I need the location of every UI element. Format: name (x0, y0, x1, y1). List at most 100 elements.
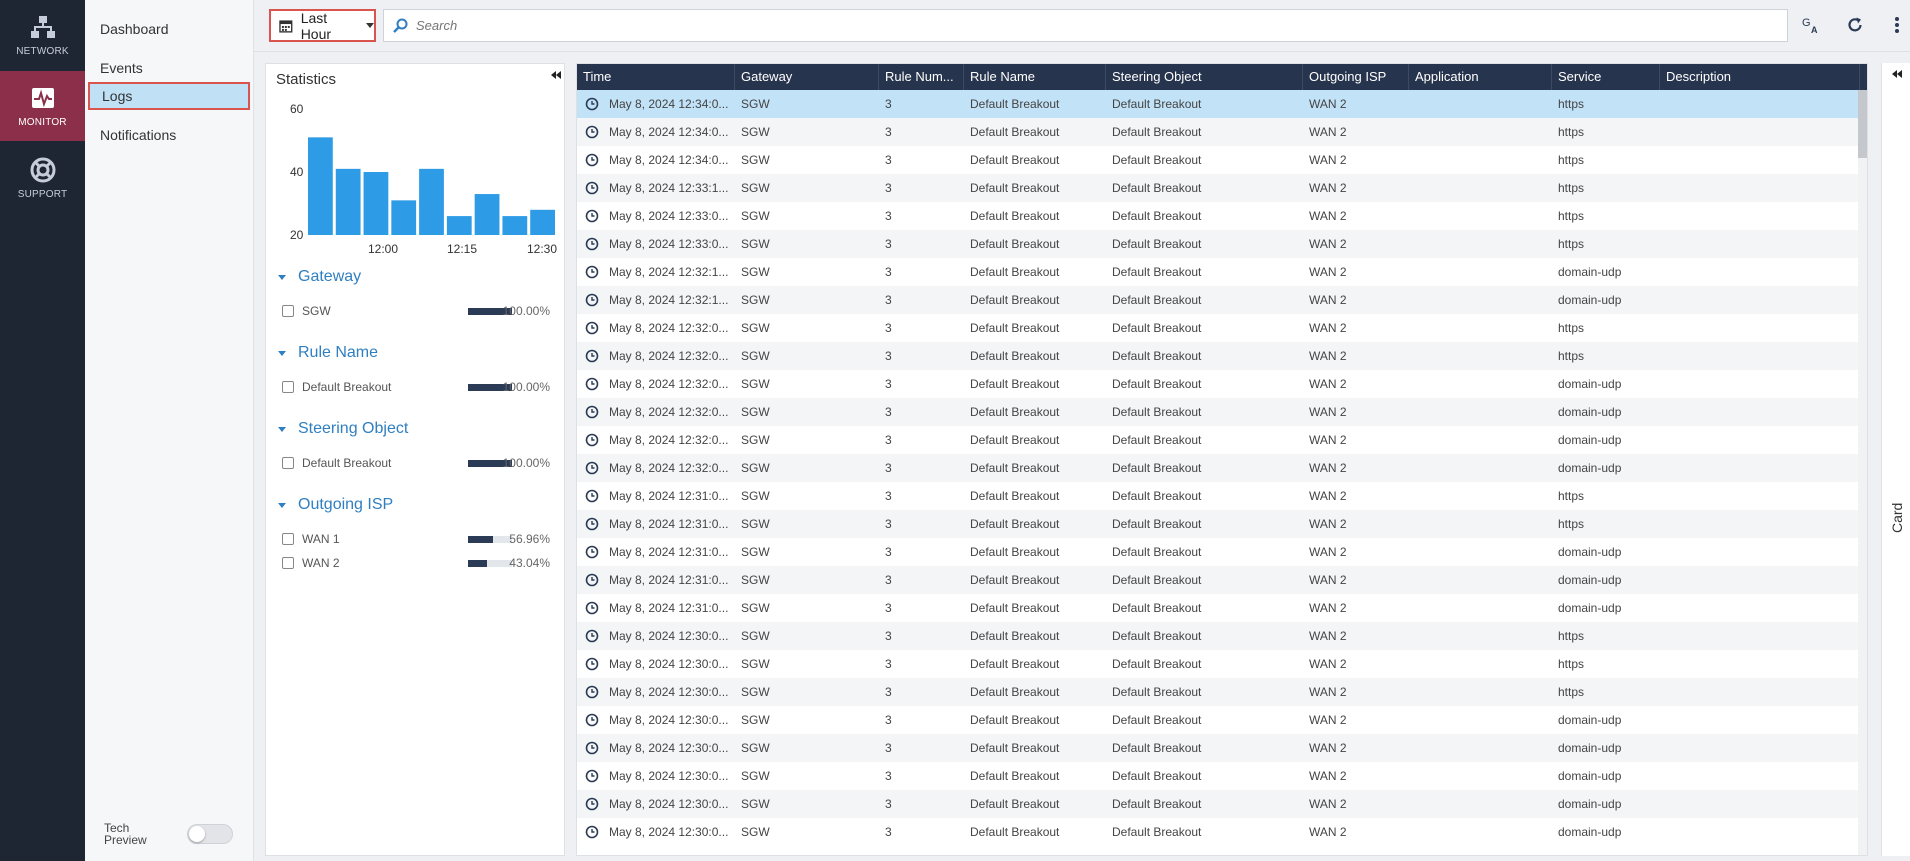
column-header[interactable]: Gateway (735, 64, 879, 90)
table-row[interactable]: May 8, 2024 12:31:0... SGW 3 Default Breako… (577, 482, 1860, 510)
table-row[interactable]: May 8, 2024 12:34:0... SGW 3 Default Breako… (577, 90, 1860, 118)
table-cell: May 8, 2024 12:32:0... (609, 321, 729, 335)
table-cell: Default Breakout (970, 489, 1060, 503)
table-row[interactable]: May 8, 2024 12:30:0... SGW 3 Default Breako… (577, 706, 1860, 734)
table-cell: WAN 2 (1309, 97, 1347, 111)
facet-title[interactable]: Gateway (278, 268, 361, 286)
subnav-item-dashboard[interactable]: Dashboard (85, 15, 254, 43)
column-header[interactable]: Service (1552, 64, 1660, 90)
table-row[interactable]: May 8, 2024 12:30:0... SGW 3 Default Breako… (577, 650, 1860, 678)
language-icon[interactable]: G A (1800, 14, 1822, 36)
expand-left-icon[interactable] (1891, 69, 1903, 79)
subnav-item-events[interactable]: Events (85, 54, 254, 82)
facet-checkbox[interactable] (282, 305, 294, 317)
table-cell: domain-udp (1558, 741, 1622, 755)
facet-row[interactable]: Default Breakout 100.00% (282, 455, 562, 471)
table-row[interactable]: May 8, 2024 12:30:0... SGW 3 Default Breako… (577, 762, 1860, 790)
table-row[interactable]: May 8, 2024 12:31:0... SGW 3 Default Breako… (577, 566, 1860, 594)
facet-row[interactable]: WAN 1 56.96% (282, 531, 562, 547)
column-header[interactable]: Outgoing ISP (1303, 64, 1409, 90)
chart-bar[interactable] (474, 194, 500, 235)
table-row[interactable]: May 8, 2024 12:34:0... SGW 3 Default Breako… (577, 146, 1860, 174)
facet-checkbox[interactable] (282, 457, 294, 469)
table-row[interactable]: May 8, 2024 12:32:0... SGW 3 Default Breako… (577, 398, 1860, 426)
subnav-item-logs[interactable]: Logs (88, 82, 250, 110)
table-row[interactable]: May 8, 2024 12:32:1... SGW 3 Default Breako… (577, 286, 1860, 314)
column-header[interactable]: Rule Num... (879, 64, 964, 90)
column-header[interactable]: Time (577, 64, 735, 90)
facet-title[interactable]: Outgoing ISP (278, 496, 393, 514)
table-row[interactable]: May 8, 2024 12:32:0... SGW 3 Default Breako… (577, 426, 1860, 454)
table-row[interactable]: May 8, 2024 12:32:0... SGW 3 Default Breako… (577, 342, 1860, 370)
table-cell: SGW (741, 209, 770, 223)
table-cell: https (1558, 209, 1585, 223)
chart-bar[interactable] (446, 216, 472, 235)
rail-item-monitor[interactable]: MONITOR (0, 71, 85, 141)
table-cell: Default Breakout (1112, 489, 1202, 503)
table-cell: Default Breakout (970, 713, 1060, 727)
facet-checkbox[interactable] (282, 557, 294, 569)
table-row[interactable]: May 8, 2024 12:30:0... SGW 3 Default Breako… (577, 790, 1860, 818)
table-row[interactable]: May 8, 2024 12:32:1... SGW 3 Default Breako… (577, 258, 1860, 286)
column-header[interactable]: Steering Object (1106, 64, 1303, 90)
table-cell: WAN 2 (1309, 265, 1347, 279)
facet-title[interactable]: Rule Name (278, 344, 378, 362)
facet-checkbox[interactable] (282, 381, 294, 393)
time-range-dropdown[interactable]: Last Hour (269, 9, 376, 42)
chart-bar[interactable] (502, 216, 528, 235)
table-cell: May 8, 2024 12:31:0... (609, 489, 729, 503)
facet-checkbox[interactable] (282, 533, 294, 545)
subnav-item-notifications[interactable]: Notifications (85, 121, 254, 149)
table-row[interactable]: May 8, 2024 12:30:0... SGW 3 Default Breako… (577, 734, 1860, 762)
facet-progress-bar (468, 560, 512, 567)
tech-preview-toggle[interactable] (187, 824, 233, 844)
table-row[interactable]: May 8, 2024 12:34:0... SGW 3 Default Breako… (577, 118, 1860, 146)
table-row[interactable]: May 8, 2024 12:30:0... SGW 3 Default Breako… (577, 818, 1860, 846)
facet-row[interactable]: WAN 2 43.04% (282, 555, 562, 571)
chart-bar[interactable] (335, 168, 361, 235)
collapse-left-icon[interactable] (550, 70, 562, 80)
clock-icon (585, 349, 599, 363)
chart-bar[interactable] (308, 137, 333, 235)
column-header[interactable]: Rule Name (964, 64, 1106, 90)
table-cell: Default Breakout (970, 97, 1060, 111)
chart-bar[interactable] (363, 172, 389, 235)
table-row[interactable]: May 8, 2024 12:33:0... SGW 3 Default Breako… (577, 230, 1860, 258)
table-row[interactable]: May 8, 2024 12:31:0... SGW 3 Default Breako… (577, 594, 1860, 622)
scrollbar-thumb[interactable] (1858, 90, 1867, 158)
more-options-icon[interactable] (1886, 14, 1908, 36)
rail-item-network[interactable]: NETWORK (0, 0, 85, 70)
table-cell: Default Breakout (970, 601, 1060, 615)
table-cell: WAN 2 (1309, 489, 1347, 503)
table-row[interactable]: May 8, 2024 12:32:0... SGW 3 Default Breako… (577, 370, 1860, 398)
table-cell: WAN 2 (1309, 629, 1347, 643)
card-panel[interactable]: Card (1881, 63, 1910, 856)
chart-bar[interactable] (391, 200, 417, 235)
table-cell: Default Breakout (970, 265, 1060, 279)
vertical-scrollbar[interactable] (1858, 90, 1867, 855)
search-box[interactable] (383, 9, 1788, 42)
table-row[interactable]: May 8, 2024 12:30:0... SGW 3 Default Breako… (577, 678, 1860, 706)
refresh-icon[interactable] (1844, 14, 1866, 36)
table-row[interactable]: May 8, 2024 12:33:1... SGW 3 Default Breako… (577, 174, 1860, 202)
facet-title[interactable]: Steering Object (278, 420, 408, 438)
facet-row[interactable]: SGW 100.00% (282, 303, 562, 319)
table-row[interactable]: May 8, 2024 12:32:0... SGW 3 Default Breako… (577, 454, 1860, 482)
table-row[interactable]: May 8, 2024 12:32:0... SGW 3 Default Breako… (577, 314, 1860, 342)
search-icon (393, 18, 408, 33)
column-header[interactable]: Description (1660, 64, 1860, 90)
table-row[interactable]: May 8, 2024 12:33:0... SGW 3 Default Breako… (577, 202, 1860, 230)
chart-bar[interactable] (419, 168, 444, 235)
table-cell (1409, 90, 1552, 118)
chart-bar[interactable] (530, 209, 555, 235)
table-row[interactable]: May 8, 2024 12:30:0... SGW 3 Default Breako… (577, 622, 1860, 650)
column-header[interactable]: Application (1409, 64, 1552, 90)
search-input[interactable] (416, 18, 1716, 33)
table-row[interactable]: May 8, 2024 12:31:0... SGW 3 Default Breako… (577, 538, 1860, 566)
table-row[interactable]: May 8, 2024 12:31:0... SGW 3 Default Breako… (577, 510, 1860, 538)
table-cell (1409, 314, 1552, 342)
rail-item-support[interactable]: SUPPORT (0, 143, 85, 213)
facet-row[interactable]: Default Breakout 100.00% (282, 379, 562, 395)
table-cell: 3 (885, 825, 892, 839)
table-cell (1660, 650, 1860, 678)
